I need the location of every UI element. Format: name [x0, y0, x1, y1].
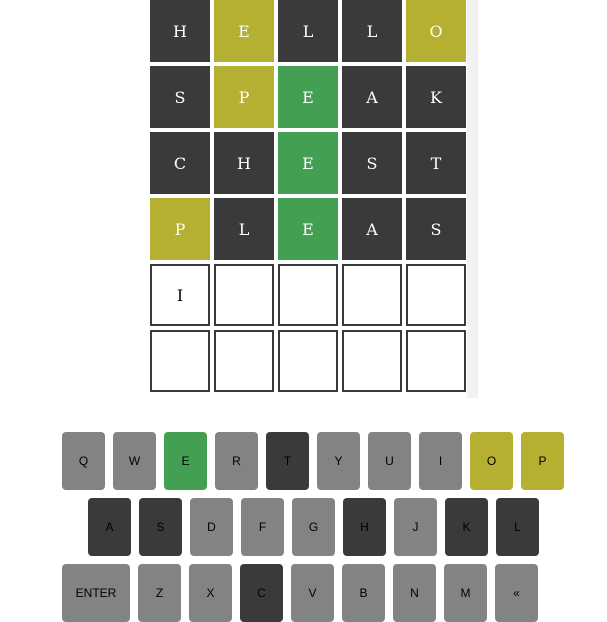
board-tile — [406, 330, 466, 392]
key-g[interactable]: G — [292, 498, 335, 556]
board-tile: C — [150, 132, 210, 194]
board-tile — [278, 264, 338, 326]
backspace-key[interactable]: « — [495, 564, 538, 622]
scrollbar-track[interactable] — [467, 0, 478, 398]
board-tile: L — [214, 198, 274, 260]
board-tile — [150, 330, 210, 392]
key-p[interactable]: P — [521, 432, 564, 490]
board-tile: E — [278, 198, 338, 260]
board-tile: L — [278, 0, 338, 62]
key-m[interactable]: M — [444, 564, 487, 622]
key-y[interactable]: Y — [317, 432, 360, 490]
key-l[interactable]: L — [496, 498, 539, 556]
board-tile: E — [214, 0, 274, 62]
board-tile: P — [214, 66, 274, 128]
board-tile — [214, 264, 274, 326]
key-d[interactable]: D — [190, 498, 233, 556]
key-h[interactable]: H — [343, 498, 386, 556]
board-tile — [342, 330, 402, 392]
enter-key[interactable]: ENTER — [62, 564, 130, 622]
key-u[interactable]: U — [368, 432, 411, 490]
board-tile: S — [342, 132, 402, 194]
key-t[interactable]: T — [266, 432, 309, 490]
key-v[interactable]: V — [291, 564, 334, 622]
key-q[interactable]: Q — [62, 432, 105, 490]
board-tile: A — [342, 66, 402, 128]
key-j[interactable]: J — [394, 498, 437, 556]
board-tile — [278, 330, 338, 392]
key-c[interactable]: C — [240, 564, 283, 622]
key-n[interactable]: N — [393, 564, 436, 622]
board-tile: H — [150, 0, 210, 62]
key-x[interactable]: X — [189, 564, 232, 622]
board-tile: L — [342, 0, 402, 62]
board-tile — [342, 264, 402, 326]
board-tile — [406, 264, 466, 326]
key-a[interactable]: A — [88, 498, 131, 556]
key-f[interactable]: F — [241, 498, 284, 556]
key-i[interactable]: I — [419, 432, 462, 490]
board-tile: E — [278, 66, 338, 128]
key-r[interactable]: R — [215, 432, 258, 490]
board-tile: S — [150, 66, 210, 128]
board-tile — [214, 330, 274, 392]
key-b[interactable]: B — [342, 564, 385, 622]
board-tile: S — [406, 198, 466, 260]
key-z[interactable]: Z — [138, 564, 181, 622]
key-o[interactable]: O — [470, 432, 513, 490]
board-tile: I — [150, 264, 210, 326]
board-tile: K — [406, 66, 466, 128]
key-w[interactable]: W — [113, 432, 156, 490]
board-tile: H — [214, 132, 274, 194]
key-k[interactable]: K — [445, 498, 488, 556]
board-tile: P — [150, 198, 210, 260]
board-tile: A — [342, 198, 402, 260]
board-tile: T — [406, 132, 466, 194]
key-s[interactable]: S — [139, 498, 182, 556]
board-tile: E — [278, 132, 338, 194]
key-e[interactable]: E — [164, 432, 207, 490]
board-tile: O — [406, 0, 466, 62]
